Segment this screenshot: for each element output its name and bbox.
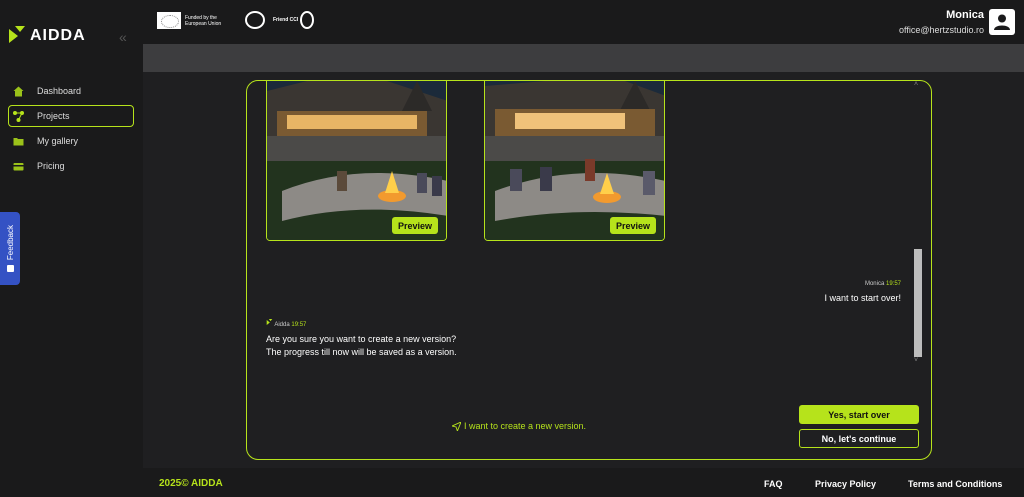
create-version-text: I want to create a new version.	[464, 421, 587, 431]
preview-button[interactable]: Preview	[610, 217, 656, 234]
message-line: Are you sure you want to create a new ve…	[266, 334, 457, 344]
projects-icon	[13, 110, 24, 122]
sub-toolbar	[143, 44, 1024, 72]
eu-funding-text: Funded by the European Union	[185, 14, 222, 27]
partner-logo: Friend CCI	[245, 11, 315, 29]
create-version-link[interactable]: I want to create a new version.	[452, 421, 586, 431]
preview-button[interactable]: Preview	[392, 217, 438, 234]
message-text: I want to start over!	[824, 293, 901, 303]
eu-flag-icon	[157, 12, 181, 29]
message-line: The progress till now will be saved as a…	[266, 347, 457, 357]
logo-text: AIDDA	[30, 27, 86, 44]
scroll-down-icon[interactable]: ˅	[914, 357, 918, 364]
bot-message: Aidda 19:57 Are you sure you want to cre…	[266, 319, 457, 359]
message-meta: Monica 19:57	[824, 281, 901, 287]
message-author: Monica	[864, 281, 885, 287]
partner-logo-icon	[245, 11, 265, 29]
footer-link-privacy[interactable]: Privacy Policy	[815, 479, 876, 489]
collapse-sidebar-icon[interactable]: «	[119, 29, 127, 45]
sidebar: AIDDA « Dashboard Projects My gallery Pr…	[0, 0, 143, 497]
top-header: Funded by the European Union Friend CCI …	[143, 0, 1024, 44]
chat-scrollbar[interactable]: ˄ ˅	[913, 81, 923, 366]
sidebar-item-gallery[interactable]: My gallery	[8, 130, 134, 152]
sidebar-item-label: My gallery	[37, 136, 79, 146]
scroll-up-icon[interactable]: ˄	[914, 81, 918, 88]
aidda-avatar-icon	[266, 319, 273, 325]
user-message: Monica 19:57 I want to start over!	[824, 281, 901, 305]
logo[interactable]: AIDDA	[9, 26, 86, 46]
scroll-thumb[interactable]	[914, 249, 922, 357]
sidebar-item-dashboard[interactable]: Dashboard	[8, 80, 134, 102]
send-icon	[452, 421, 461, 431]
app-root: AIDDA « Dashboard Projects My gallery Pr…	[0, 0, 1024, 497]
copyright: 2025© AIDDA	[159, 478, 223, 489]
message-time: 19:57	[291, 322, 307, 328]
sidebar-item-label: Dashboard	[37, 86, 82, 96]
feedback-tab[interactable]: Feedback	[0, 212, 20, 285]
message-text: Are you sure you want to create a new ve…	[266, 333, 457, 359]
logo-mark-icon	[9, 26, 25, 43]
sidebar-item-label: Pricing	[37, 161, 65, 171]
generated-image-card[interactable]: Preview	[484, 81, 665, 241]
partner-ring-icon	[300, 11, 315, 29]
home-icon	[13, 86, 24, 97]
eu-funding-logo: Funded by the European Union	[157, 12, 237, 29]
feedback-icon	[6, 264, 14, 272]
user-email: office@hertzstudio.ro	[898, 25, 984, 35]
sidebar-item-pricing[interactable]: Pricing	[8, 155, 134, 177]
folder-icon	[13, 136, 24, 147]
footer-link-terms[interactable]: Terms and Conditions	[908, 479, 1002, 489]
sidebar-nav: Dashboard Projects My gallery Pricing	[8, 80, 134, 180]
footer-link-faq[interactable]: FAQ	[764, 479, 783, 489]
generated-image-card[interactable]: Preview	[266, 81, 447, 241]
continue-button[interactable]: No, let's continue	[799, 429, 919, 448]
message-time: 19:57	[885, 281, 901, 287]
message-author: Aidda	[274, 322, 290, 328]
sidebar-item-label: Projects	[37, 111, 70, 121]
message-meta: Aidda 19:57	[266, 319, 457, 328]
user-icon	[994, 14, 1010, 30]
sidebar-item-projects[interactable]: Projects	[8, 105, 134, 127]
card-icon	[13, 161, 24, 172]
avatar[interactable]	[989, 9, 1015, 35]
start-over-button[interactable]: Yes, start over	[799, 405, 919, 424]
chat-panel: Preview Preview Monica 19:57 I want to s…	[246, 80, 932, 460]
partner-text: Friend CCI	[273, 17, 299, 23]
user-name: Monica	[946, 9, 984, 21]
footer: 2025© AIDDA FAQ Privacy Policy Terms and…	[143, 468, 1024, 497]
feedback-label: Feedback	[5, 225, 15, 261]
user-info[interactable]: Monica office@hertzstudio.ro	[899, 9, 984, 35]
